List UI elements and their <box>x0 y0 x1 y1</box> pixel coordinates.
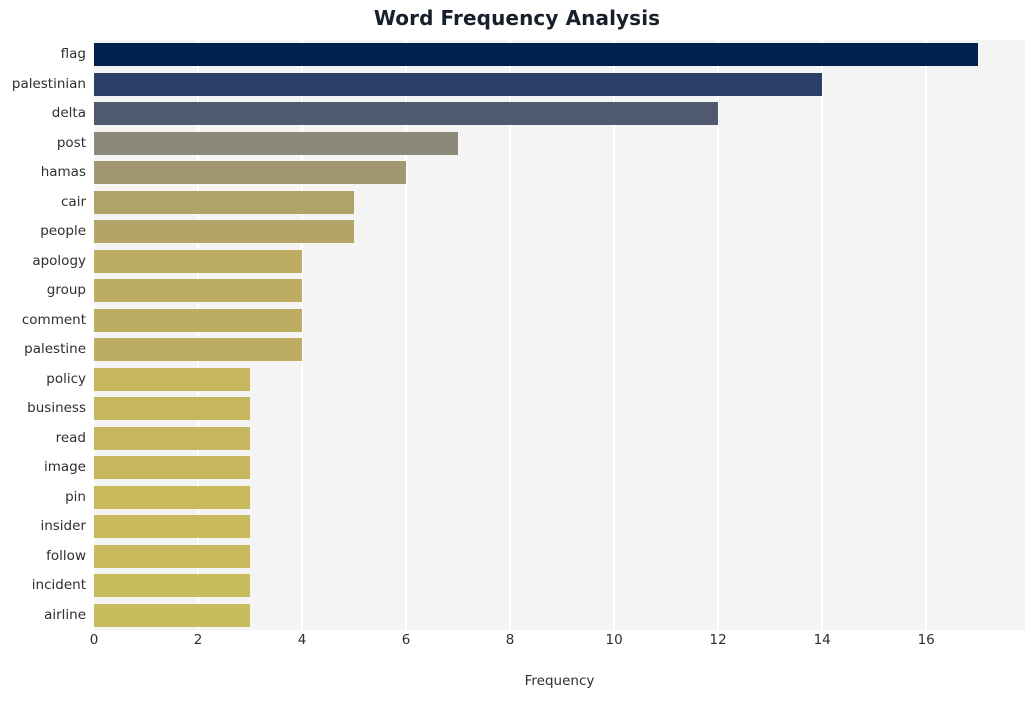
chart-title: Word Frequency Analysis <box>373 6 661 30</box>
y-axis-tick-label: policy <box>46 370 86 387</box>
y-axis-tick-label: comment <box>21 311 86 328</box>
y-axis-tick-label: palestinian <box>11 75 86 92</box>
y-axis-tick-label: group <box>46 282 86 298</box>
y-axis-tick-label: image <box>43 459 86 475</box>
x-axis-tick-label: 2 <box>193 632 203 648</box>
x-axis-tick-labels: 0 2 4 6 8 10 12 14 16 <box>0 632 1034 662</box>
x-axis-tick-label: 10 <box>605 632 623 648</box>
x-axis-label: Frequency <box>524 673 595 689</box>
y-axis-tick-label: follow <box>46 547 86 564</box>
y-axis-tick-label: business <box>27 400 86 416</box>
x-axis-tick-label: 0 <box>89 632 99 648</box>
x-axis-tick-label: 16 <box>917 632 935 648</box>
y-axis-tick-label: insider <box>40 518 86 534</box>
chart-figure: Word Frequency Analysis flag palestinian d… <box>0 0 1034 701</box>
x-axis-tick-label: 6 <box>401 632 411 648</box>
y-axis-tick-label: read <box>55 429 86 446</box>
y-axis-tick-label: airline <box>44 606 86 623</box>
y-axis-tick-label: people <box>40 223 86 239</box>
y-axis-tick-labels: flag palestinian delta post hamas cair people a… <box>0 40 1034 630</box>
x-axis-tick-label: 12 <box>709 632 727 648</box>
y-axis-tick-label: post <box>56 134 86 151</box>
y-axis-tick-label: delta <box>51 105 86 121</box>
x-axis-tick-label: 14 <box>813 632 831 648</box>
y-axis-tick-label: pin <box>65 488 86 505</box>
x-axis-tick-label: 4 <box>297 632 307 648</box>
y-axis-tick-label: incident <box>31 577 86 593</box>
x-axis-tick-label: 8 <box>505 632 515 648</box>
y-axis-tick-label: cair <box>61 193 86 210</box>
y-axis-tick-label: hamas <box>40 164 86 180</box>
y-axis-tick-label: palestine <box>24 341 86 357</box>
y-axis-tick-label: flag <box>60 46 86 62</box>
y-axis-tick-label: apology <box>32 252 86 269</box>
